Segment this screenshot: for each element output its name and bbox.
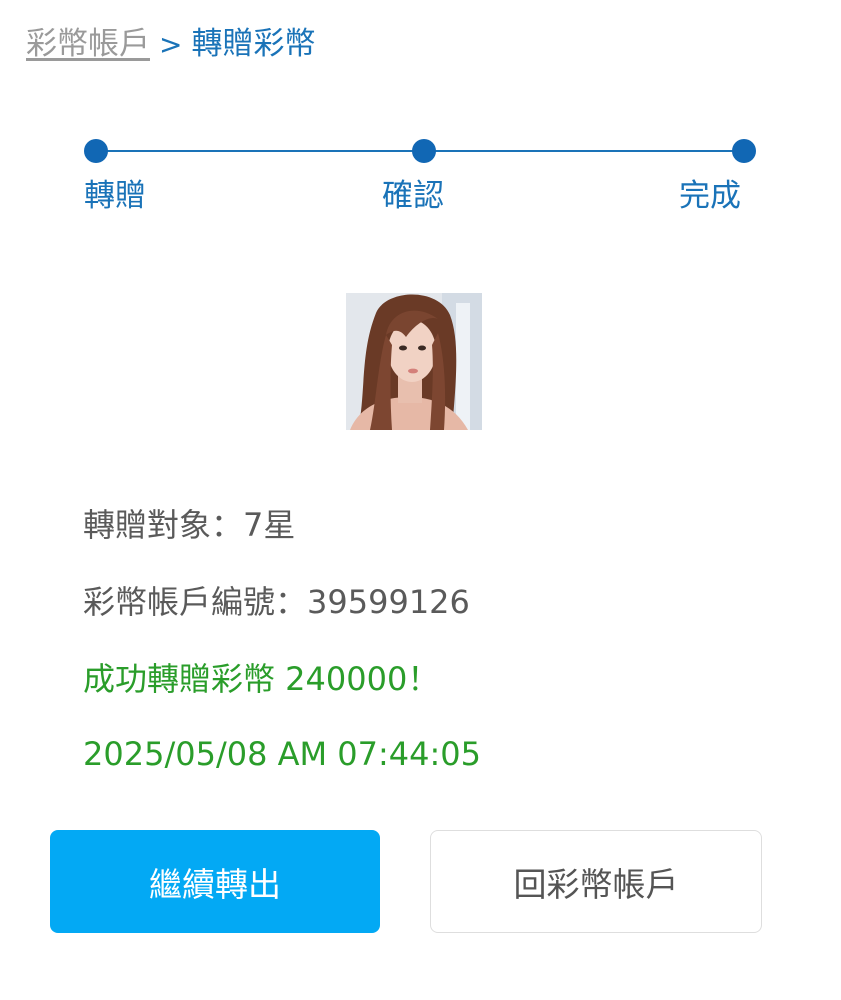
account-number-line: 彩幣帳戶編號：39599126: [83, 580, 470, 624]
recipient-line: 轉贈對象：7星: [83, 503, 295, 547]
account-number-label: 彩幣帳戶編號：: [83, 583, 308, 621]
step-progress-line: [84, 139, 756, 163]
avatar-image: [346, 293, 482, 430]
transfer-timestamp: 2025/05/08 AM 07:44:05: [83, 735, 481, 773]
step-label-confirm: 確認: [382, 178, 444, 214]
step-label-transfer: 轉贈: [84, 178, 146, 214]
step-label-complete: 完成: [679, 178, 741, 214]
step-dot-confirm: [412, 139, 436, 163]
breadcrumb-current-page: 轉贈彩幣: [191, 26, 316, 62]
breadcrumb: 彩幣帳戶 > 轉贈彩幣: [26, 22, 315, 67]
back-to-coin-account-button[interactable]: 回彩幣帳戶: [430, 830, 762, 933]
breadcrumb-separator: >: [159, 28, 183, 61]
step-dot-transfer: [84, 139, 108, 163]
recipient-label: 轉贈對象：: [83, 506, 244, 544]
recipient-name: 7星: [243, 506, 296, 544]
success-message: 成功轉贈彩幣 240000！: [83, 660, 440, 698]
step-dot-complete: [732, 139, 756, 163]
continue-transfer-button[interactable]: 繼續轉出: [50, 830, 380, 933]
breadcrumb-link-coin-account[interactable]: 彩幣帳戶: [26, 26, 150, 62]
account-number-value: 39599126: [307, 583, 470, 621]
recipient-avatar: [346, 293, 482, 430]
